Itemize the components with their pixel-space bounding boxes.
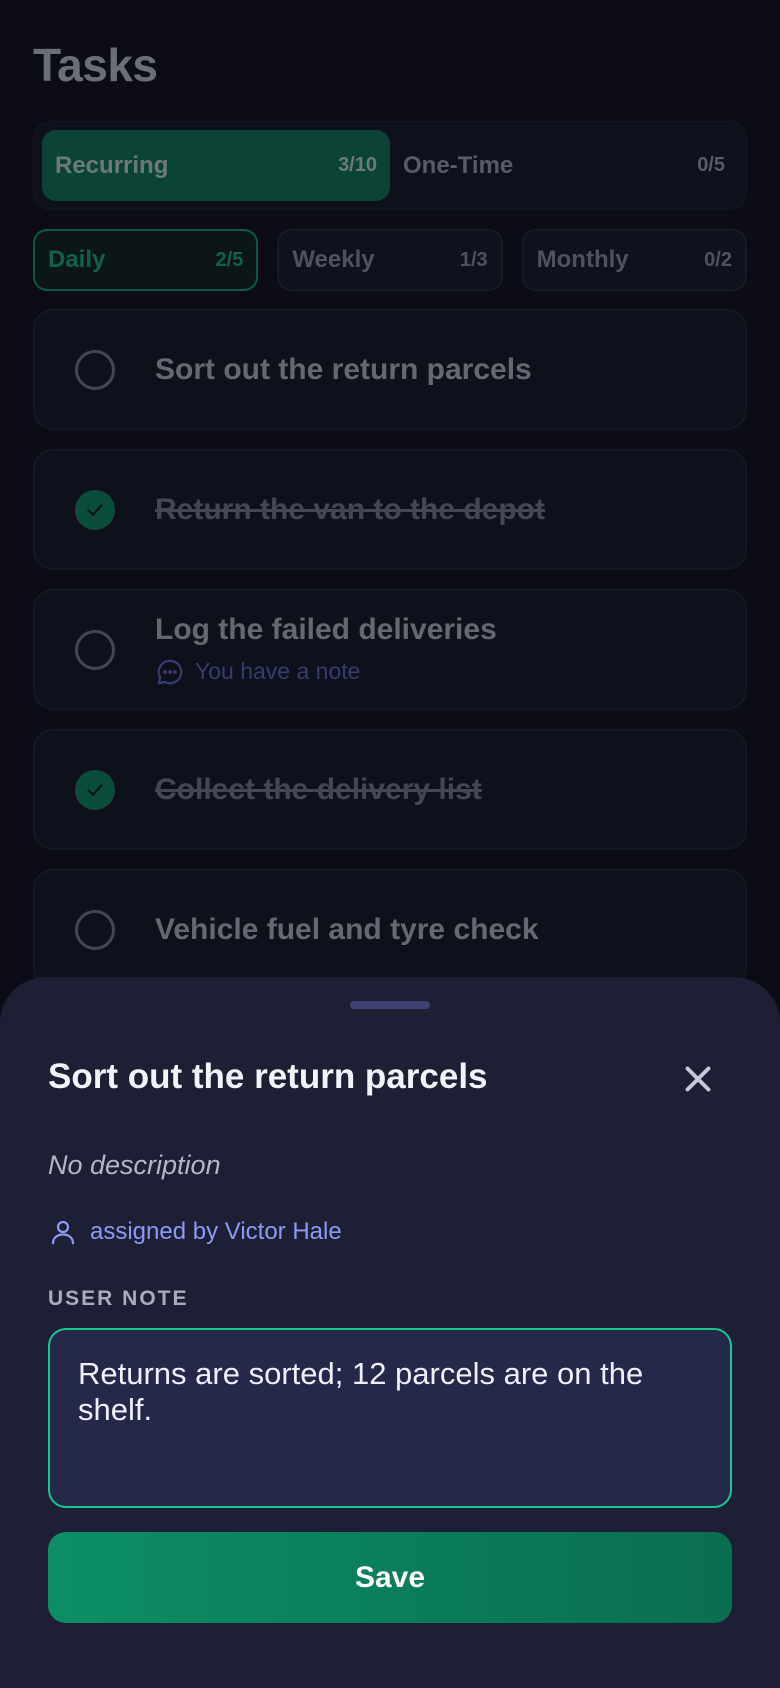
task-item[interactable]: Return the van to the depot (33, 449, 747, 570)
filter-label: Daily (48, 246, 106, 273)
filter-label: Weekly (292, 246, 375, 273)
filter-monthly[interactable]: Monthly 0/2 (521, 229, 747, 291)
task-title: Log the failed deliveries (155, 612, 497, 646)
task-title: Return the van to the depot (155, 492, 545, 526)
task-type-switch: Recurring 3/10 One-Time 0/5 (33, 121, 747, 210)
task-title: Collect the delivery list (155, 772, 482, 806)
task-item[interactable]: Collect the delivery list (33, 729, 747, 850)
task-item[interactable]: Sort out the return parcels (33, 309, 747, 430)
task-item[interactable]: Vehicle fuel and tyre check (33, 869, 747, 990)
task-item[interactable]: Log the failed deliveries You have a not… (33, 589, 747, 710)
frequency-filter: Daily 2/5 Weekly 1/3 Monthly 0/2 (33, 229, 747, 291)
checkbox-checked-icon[interactable] (75, 769, 115, 810)
task-title: Sort out the return parcels (155, 352, 532, 386)
drag-handle[interactable] (350, 1001, 430, 1009)
task-body: Return the van to the depot (155, 493, 725, 527)
segment-label: Recurring (55, 151, 169, 179)
segment-recurring[interactable]: Recurring 3/10 (42, 130, 390, 201)
segment-count: 0/5 (697, 154, 725, 176)
task-body: Collect the delivery list (155, 773, 725, 807)
checkbox-checked-icon[interactable] (75, 489, 115, 530)
task-body: Vehicle fuel and tyre check (155, 913, 725, 947)
save-button[interactable]: Save (48, 1532, 732, 1623)
filter-count: 0/2 (704, 248, 732, 271)
filter-weekly[interactable]: Weekly 1/3 (277, 229, 503, 291)
sheet-title: Sort out the return parcels (48, 1057, 488, 1096)
task-detail-sheet: Sort out the return parcels No descripti… (0, 977, 780, 1688)
segment-count: 3/10 (338, 154, 377, 176)
user-note-input[interactable]: Returns are sorted; 12 parcels are on th… (48, 1328, 732, 1508)
user-icon (51, 1220, 75, 1245)
task-note-text: You have a note (195, 658, 361, 684)
assigned-by-text: assigned by Victor Hale (90, 1218, 342, 1245)
task-body: Log the failed deliveries You have a not… (155, 613, 725, 687)
assigned-by: assigned by Victor Hale (48, 1217, 342, 1247)
filter-label: Monthly (536, 246, 629, 273)
filter-daily[interactable]: Daily 2/5 (33, 229, 259, 291)
task-body: Sort out the return parcels (155, 353, 725, 387)
checkbox-unchecked-icon[interactable] (75, 909, 115, 950)
close-icon[interactable] (680, 1061, 716, 1097)
segment-label: One-Time (403, 151, 514, 179)
filter-count: 2/5 (215, 248, 244, 271)
checkbox-unchecked-icon[interactable] (75, 629, 115, 670)
user-note-label: USER NOTE (48, 1287, 189, 1310)
filter-count: 1/3 (459, 248, 488, 271)
task-title: Vehicle fuel and tyre check (155, 912, 539, 946)
chat-bubble-icon (157, 659, 183, 684)
segment-one-time[interactable]: One-Time 0/5 (390, 130, 738, 201)
page-title: Tasks (33, 39, 158, 91)
task-note-indicator[interactable]: You have a note (155, 657, 725, 687)
tasks-screen: Tasks Recurring 3/10 One-Time 0/5 Daily … (0, 0, 780, 1688)
task-description: No description (48, 1150, 221, 1180)
checkbox-unchecked-icon[interactable] (75, 349, 115, 390)
